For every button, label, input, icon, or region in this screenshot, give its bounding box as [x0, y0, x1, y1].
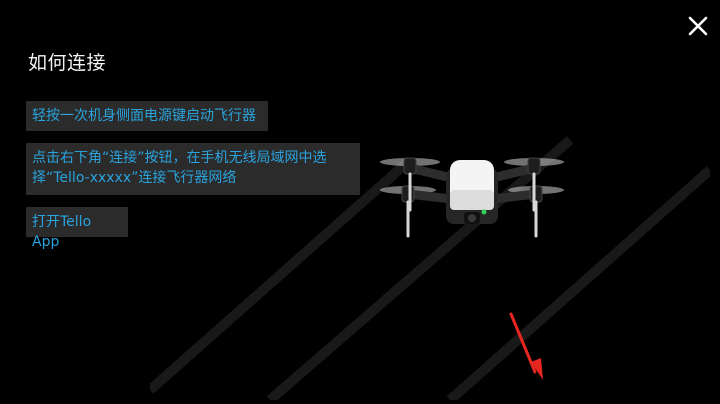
close-button[interactable]	[684, 12, 712, 40]
red-arrow-icon	[509, 312, 543, 380]
drone-icon	[380, 157, 564, 238]
step-2: 点击右下角“连接”按钮，在手机无线局域网中选 择“Tello-xxxxx”连接飞…	[26, 143, 360, 195]
step-2-text-line1: 点击右下角“连接”按钮，在手机无线局域网中选	[32, 150, 327, 166]
step-1-text: 轻按一次机身侧面电源键启动飞行器	[32, 108, 256, 124]
step-3-text: 打开Tello App	[32, 214, 92, 250]
step-2-text-line2: 择“Tello-xxxxx”连接飞行器网络	[32, 170, 237, 186]
step-1: 轻按一次机身侧面电源键启动飞行器	[26, 101, 268, 131]
close-icon	[688, 16, 708, 36]
step-3: 打开Tello App	[26, 207, 128, 250]
dialog-title: 如何连接	[28, 52, 107, 74]
